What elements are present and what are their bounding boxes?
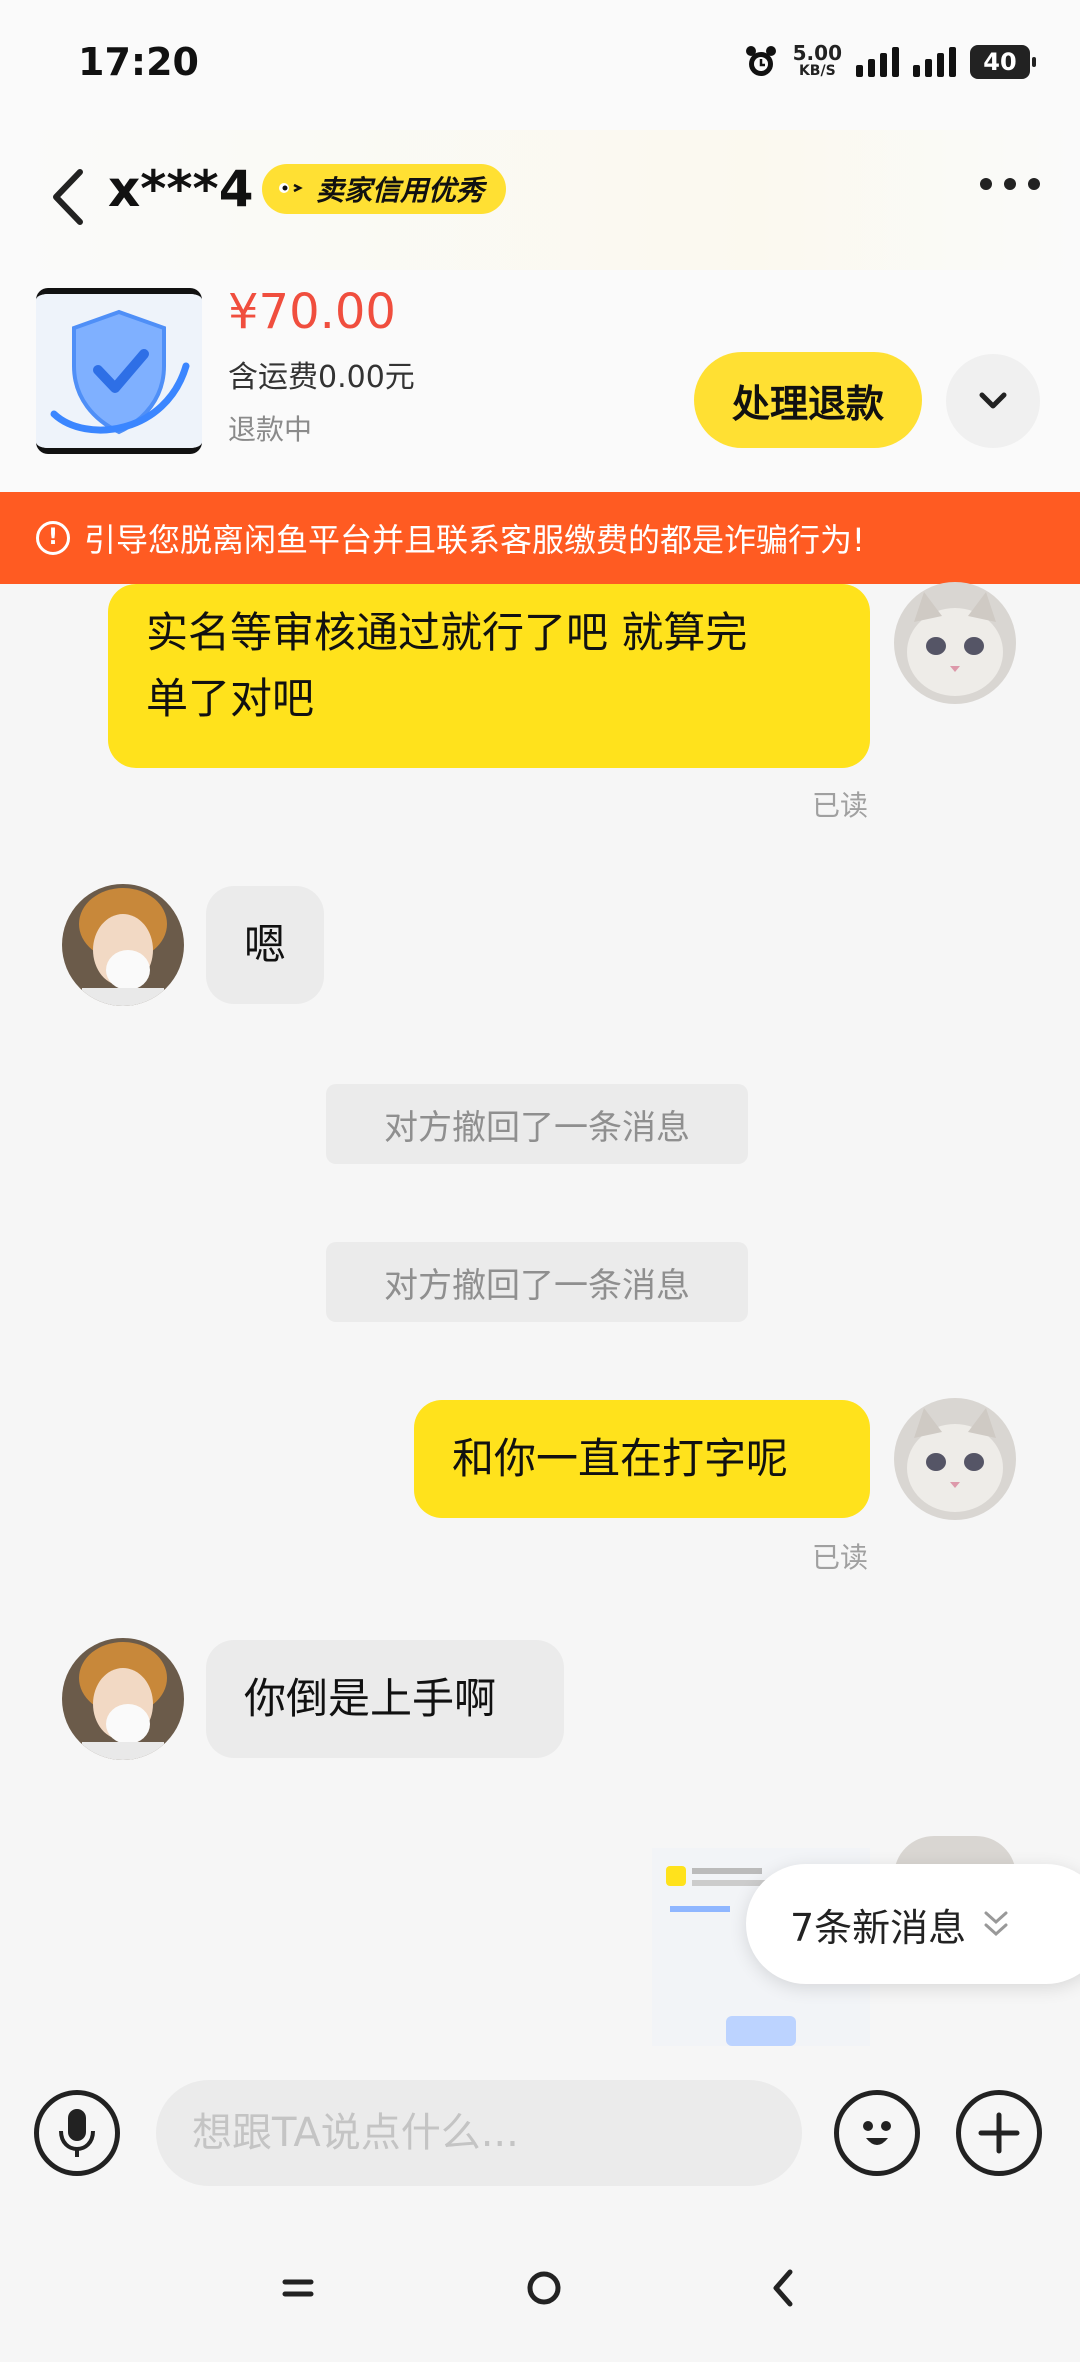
voice-button[interactable] <box>34 2090 120 2176</box>
order-status: 退款中 <box>228 413 313 446</box>
fraud-warning-banner: ! 引导您脱离闲鱼平台并且联系客服缴费的都是诈骗行为! <box>0 492 1080 584</box>
signal-icon <box>856 47 899 77</box>
input-bar <box>0 2050 1080 2220</box>
alert-circle-icon: ! <box>36 521 70 555</box>
message-bubble-sent[interactable]: 实名等审核通过就行了吧 就算完 单了对吧 <box>108 584 870 768</box>
seller-credit-badge[interactable]: 卖家信用优秀 <box>262 164 507 214</box>
status-icons: 5.00 KB/S 40 <box>743 41 1036 82</box>
more-button[interactable] <box>980 178 1040 190</box>
product-card: ¥70.00 含运费0.00元 退款中 处理退款 <box>0 270 1080 492</box>
cat-avatar-icon <box>894 582 1016 704</box>
chat-header: x***4 卖家信用优秀 <box>0 130 1080 270</box>
product-price: ¥70.00 <box>228 284 396 340</box>
read-receipt: 已读 <box>812 1541 869 1574</box>
avatar-self[interactable] <box>894 1398 1016 1520</box>
warning-text: 引导您脱离闲鱼平台并且联系客服缴费的都是诈骗行为! <box>84 521 865 559</box>
avatar-other[interactable] <box>62 884 184 1006</box>
message-bubble-received[interactable]: 嗯 <box>206 886 324 1004</box>
avatar-other[interactable] <box>62 1638 184 1760</box>
chevron-left-icon <box>53 169 83 225</box>
person-avatar-icon <box>62 1638 184 1760</box>
product-thumbnail[interactable] <box>36 288 202 454</box>
system-nav-bar <box>0 2220 1080 2362</box>
plus-icon <box>978 2112 1020 2154</box>
back-nav-icon[interactable] <box>770 2268 796 2308</box>
menu-nav-icon[interactable] <box>282 2274 314 2302</box>
network-speed: 5.00 KB/S <box>792 41 842 79</box>
recalled-message-notice: 对方撤回了一条消息 <box>326 1242 748 1322</box>
new-messages-label: 7条新消息 <box>790 1905 967 1950</box>
avatar-self[interactable] <box>894 582 1016 704</box>
shield-check-icon <box>36 294 202 448</box>
expand-button[interactable] <box>946 354 1040 448</box>
mascot-icon <box>272 171 308 207</box>
message-bubble-sent[interactable]: 和你一直在打字呢 <box>414 1400 870 1518</box>
chevron-down-icon <box>979 392 1007 409</box>
emoji-icon <box>863 2121 891 2145</box>
process-refund-button[interactable]: 处理退款 <box>694 352 922 448</box>
alarm-icon <box>745 46 776 76</box>
status-time: 17:20 <box>78 40 199 84</box>
add-button[interactable] <box>956 2090 1042 2176</box>
signal-icon-2 <box>913 47 956 77</box>
chat-title[interactable]: x***4 <box>108 160 253 218</box>
message-input[interactable] <box>156 2080 802 2186</box>
shipping-fee: 含运费0.00元 <box>228 360 415 395</box>
battery-icon: 40 <box>970 45 1036 79</box>
read-receipt: 已读 <box>812 789 869 822</box>
more-dots-icon <box>980 178 992 190</box>
back-button[interactable] <box>48 162 108 232</box>
status-bar: 17:20 5.00 KB/S 40 <box>0 0 1080 130</box>
home-nav-icon[interactable] <box>526 2270 562 2306</box>
cat-avatar-icon <box>894 1398 1016 1520</box>
emoji-button[interactable] <box>834 2090 920 2176</box>
new-messages-button[interactable]: 7条新消息 <box>746 1864 1080 1984</box>
recalled-message-notice: 对方撤回了一条消息 <box>326 1084 748 1164</box>
microphone-icon <box>59 2109 95 2157</box>
person-avatar-icon <box>62 884 184 1006</box>
double-chevron-down-icon <box>984 1911 1008 1937</box>
message-bubble-received[interactable]: 你倒是上手啊 <box>206 1640 564 1758</box>
